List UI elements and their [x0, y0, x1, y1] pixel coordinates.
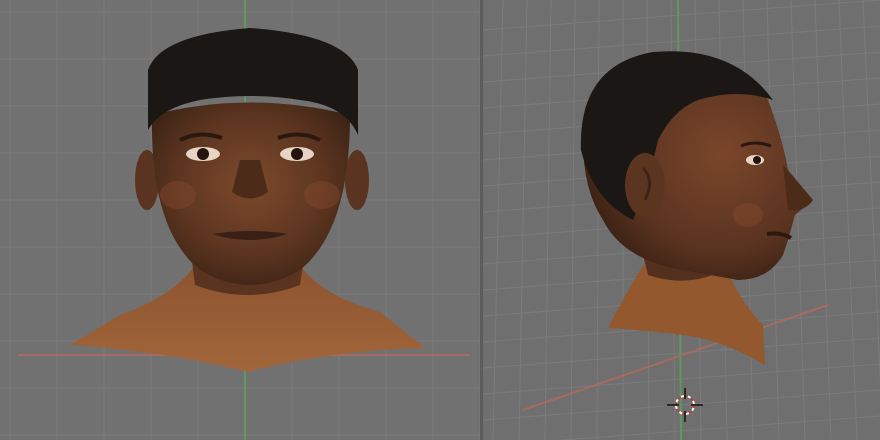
- left-cheek: [160, 181, 196, 209]
- grid-line: [570, 0, 576, 440]
- grid-line: [814, 0, 832, 440]
- grid-line: [492, 0, 504, 440]
- grid-line: [518, 0, 528, 440]
- grid-line: [483, 0, 880, 31]
- front-viewport[interactable]: [0, 0, 483, 440]
- grid-line: [862, 0, 880, 386]
- ear: [625, 153, 665, 217]
- right-cheek: [304, 181, 340, 209]
- head-model-side[interactable]: [580, 51, 813, 365]
- grid-line: [596, 0, 600, 440]
- iris: [753, 156, 761, 164]
- blender-3d-editor: [0, 0, 880, 440]
- side-viewport[interactable]: [483, 0, 880, 440]
- cheek: [733, 203, 763, 227]
- grid-line: [838, 0, 858, 440]
- right-iris: [291, 148, 303, 160]
- side-viewport-canvas: [483, 0, 880, 440]
- right-ear: [345, 150, 369, 210]
- left-iris: [197, 148, 209, 160]
- grid-line: [483, 337, 880, 369]
- grid-line: [544, 0, 552, 440]
- grid-line: [483, 25, 880, 57]
- front-viewport-canvas: [0, 0, 483, 440]
